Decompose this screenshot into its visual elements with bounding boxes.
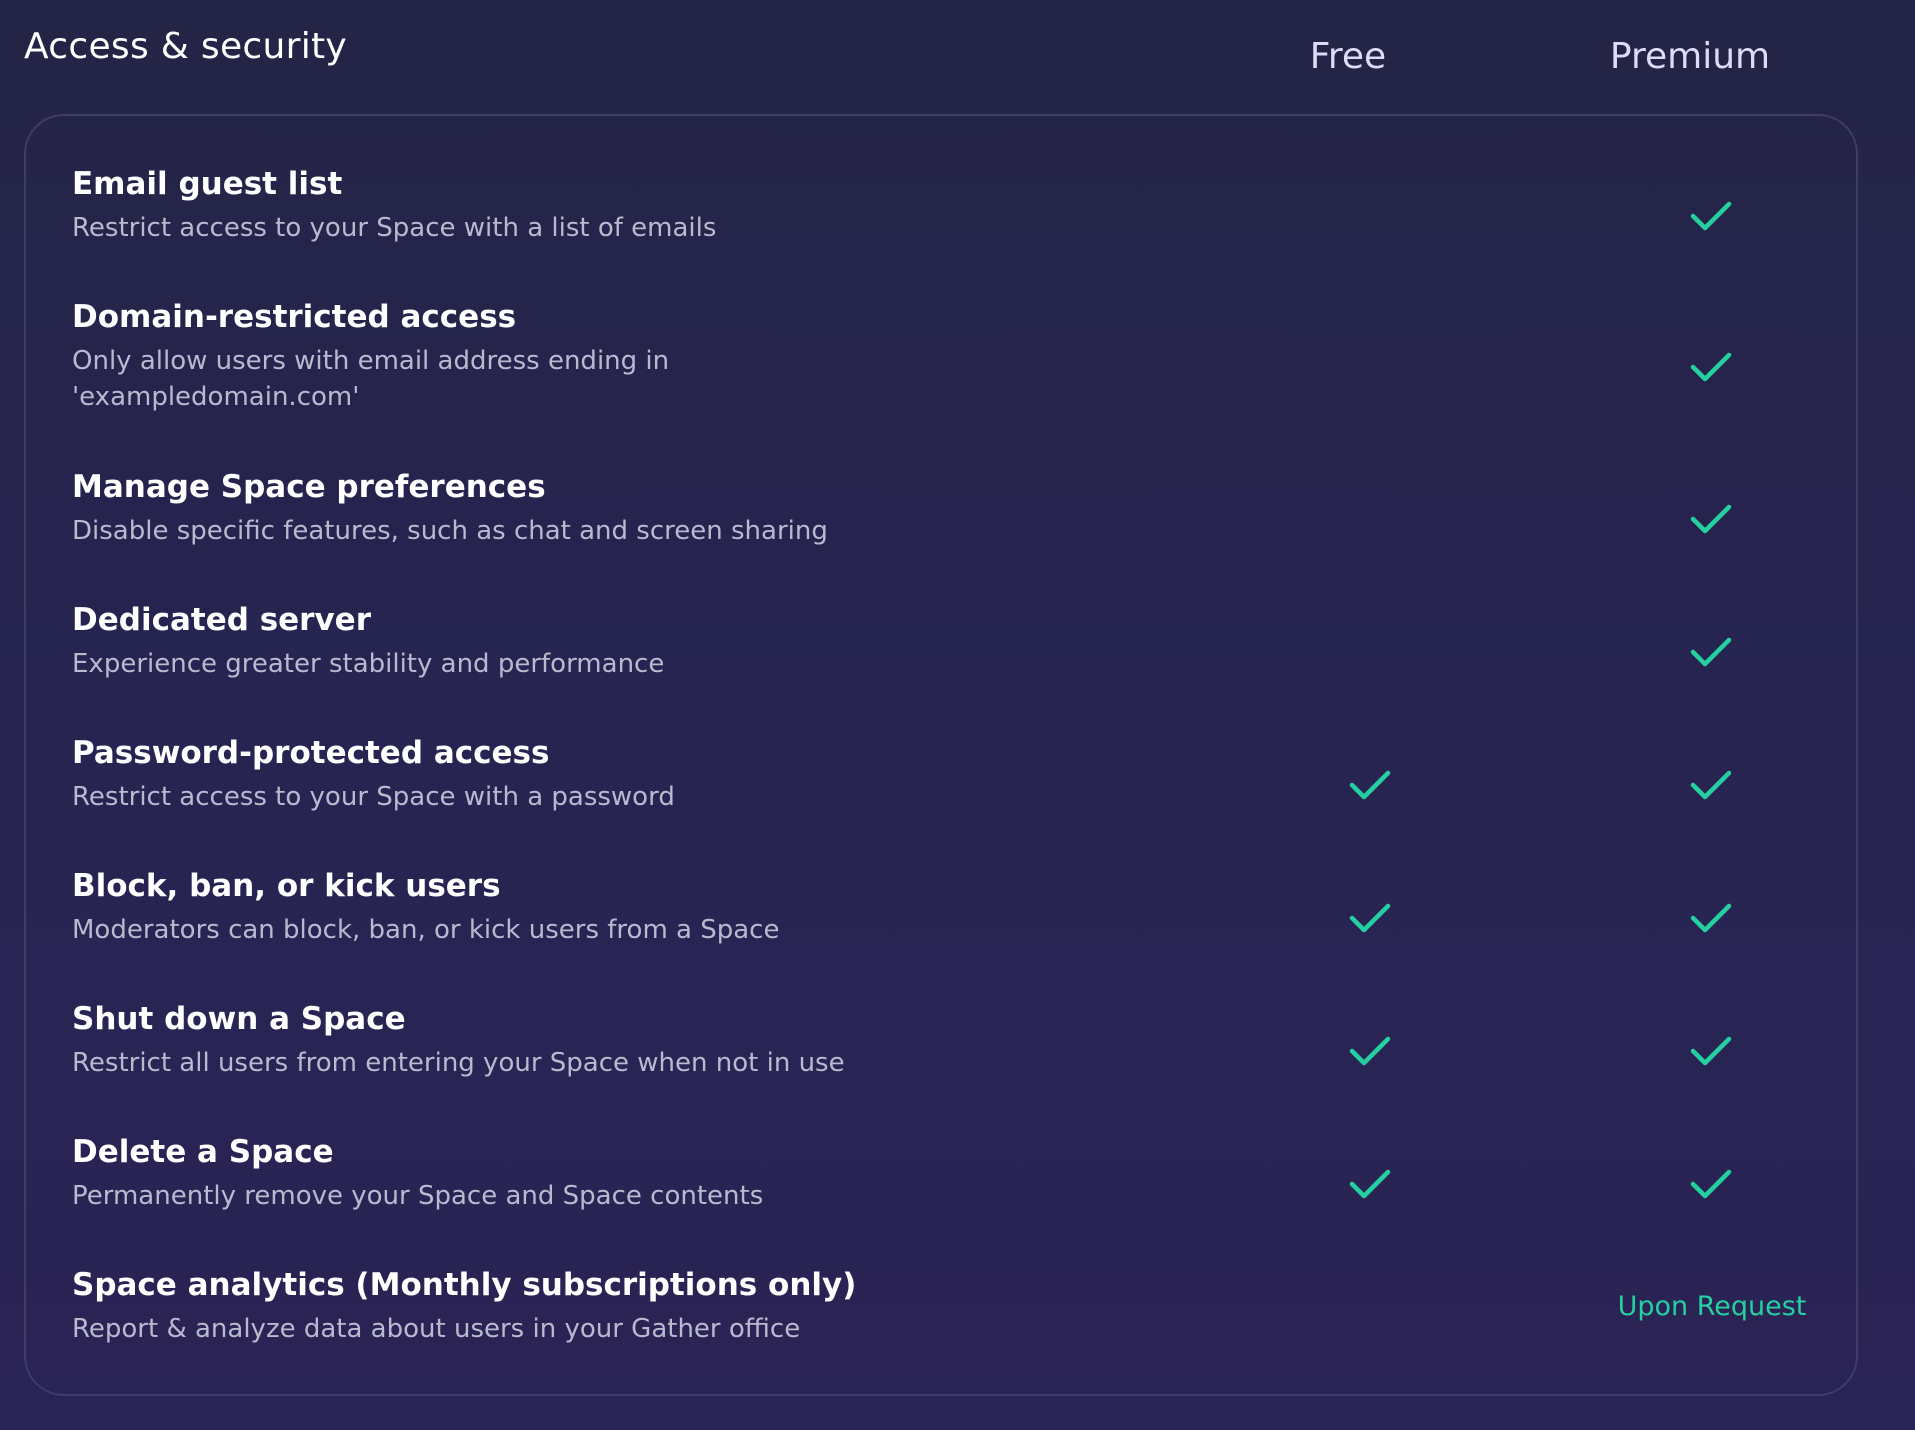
feature-text: Space analytics (Monthly subscriptions o… (72, 1265, 1072, 1347)
premium-check-icon (1651, 888, 1771, 948)
feature-row-delete-space: Delete a Space Permanently remove your S… (72, 1132, 1812, 1252)
premium-check-icon (1651, 1021, 1771, 1081)
free-check-icon (1310, 1021, 1430, 1081)
feature-description: Restrict access to your Space with a lis… (72, 213, 717, 243)
feature-description: Only allow users with email address endi… (72, 346, 670, 412)
feature-text: Domain-restricted access Only allow user… (72, 297, 1072, 415)
premium-check-icon (1651, 489, 1771, 549)
column-header-premium: Premium (1609, 36, 1771, 77)
premium-check-icon (1651, 1154, 1771, 1214)
feature-title: Shut down a Space (72, 1001, 406, 1037)
feature-text: Dedicated server Experience greater stab… (72, 600, 1072, 682)
feature-row-dedicated-server: Dedicated server Experience greater stab… (72, 600, 1812, 720)
section-title: Access & security (24, 26, 348, 67)
feature-row-block-ban-kick-users: Block, ban, or kick users Moderators can… (72, 866, 1812, 986)
feature-description: Disable specific features, such as chat … (72, 516, 828, 546)
column-header-free: Free (1309, 36, 1387, 77)
feature-text: Block, ban, or kick users Moderators can… (72, 866, 1072, 948)
premium-upon-request-label: Upon Request (1617, 1291, 1807, 1322)
feature-description: Restrict access to your Space with a pas… (72, 782, 675, 812)
feature-row-manage-space-preferences: Manage Space preferences Disable specifi… (72, 467, 1812, 587)
free-check-icon (1310, 1154, 1430, 1214)
feature-title: Space analytics (Monthly subscriptions o… (72, 1267, 857, 1303)
premium-check-icon (1651, 622, 1771, 682)
feature-row-password-protected-access: Password-protected access Restrict acces… (72, 733, 1812, 853)
feature-row-domain-restricted-access: Domain-restricted access Only allow user… (72, 297, 1812, 417)
premium-check-icon (1651, 337, 1771, 397)
feature-description: Experience greater stability and perform… (72, 649, 665, 679)
feature-title: Delete a Space (72, 1134, 334, 1170)
free-check-icon (1310, 888, 1430, 948)
feature-title: Domain-restricted access (72, 299, 517, 335)
feature-title: Manage Space preferences (72, 469, 546, 505)
premium-check-icon (1651, 755, 1771, 815)
feature-text: Password-protected access Restrict acces… (72, 733, 1072, 815)
feature-row-shut-down-space: Shut down a Space Restrict all users fro… (72, 999, 1812, 1119)
feature-text: Email guest list Restrict access to your… (72, 164, 1072, 246)
feature-description: Report & analyze data about users in you… (72, 1314, 801, 1344)
feature-text: Shut down a Space Restrict all users fro… (72, 999, 1072, 1081)
free-check-icon (1310, 755, 1430, 815)
feature-description: Permanently remove your Space and Space … (72, 1181, 764, 1211)
feature-title: Email guest list (72, 166, 343, 202)
feature-row-email-guest-list: Email guest list Restrict access to your… (72, 164, 1812, 284)
feature-text: Manage Space preferences Disable specifi… (72, 467, 1072, 549)
feature-title: Password-protected access (72, 735, 550, 771)
feature-row-space-analytics: Space analytics (Monthly subscriptions o… (72, 1265, 1812, 1385)
feature-text: Delete a Space Permanently remove your S… (72, 1132, 1072, 1214)
feature-description: Moderators can block, ban, or kick users… (72, 915, 780, 945)
features-card: Email guest list Restrict access to your… (24, 114, 1858, 1396)
premium-check-icon (1651, 186, 1771, 246)
feature-title: Dedicated server (72, 602, 371, 638)
feature-description: Restrict all users from entering your Sp… (72, 1048, 845, 1078)
feature-title: Block, ban, or kick users (72, 868, 501, 904)
